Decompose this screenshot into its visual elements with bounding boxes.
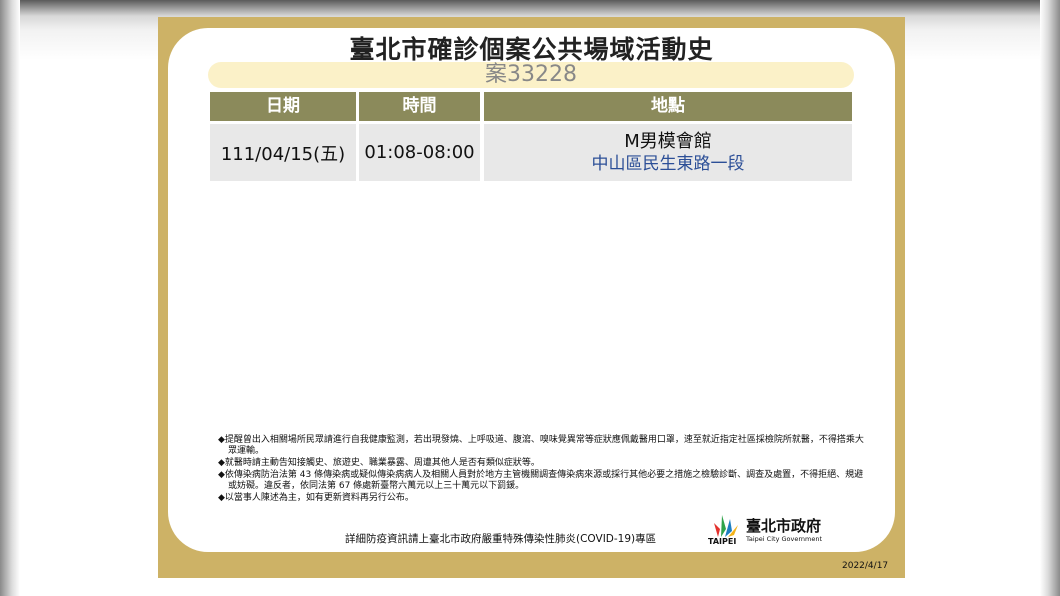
note-item: ◆依傳染病防治法第 43 條傳染病或疑似傳染病病人及相關人員對於地方主管機關調查… xyxy=(218,470,864,491)
date-value: 111/04/15(五) xyxy=(220,143,346,165)
date-stamp: 2022/4/17 xyxy=(842,561,889,571)
logo-english-name: Taipei City Government xyxy=(746,535,823,543)
footer-text: 詳細防疫資訊請上臺北市政府嚴重特殊傳染性肺炎(COVID-19)專區 xyxy=(345,533,657,545)
note-item: ◆就醫時請主動告知接觸史、旅遊史、職業暴露、周遭其他人是否有類似症狀等。 xyxy=(218,458,540,468)
cell-place: M男模會館 中山區民生東路一段 xyxy=(484,124,852,181)
header-time: 時間 xyxy=(359,92,480,121)
left-edge-shadow xyxy=(0,0,20,596)
header-place: 地點 xyxy=(484,92,852,121)
logo-taipei-text: TAIPEI xyxy=(708,537,737,546)
cell-date: 111/04/15(五) xyxy=(210,124,356,181)
notes-list: ◆提醒曾出入相關場所民眾請進行自我健康監測，若出現發燒、上呼吸道、腹瀉、嗅味覺異… xyxy=(218,435,868,505)
header-date: 日期 xyxy=(210,92,356,121)
note-item: ◆提醒曾出入相關場所民眾請進行自我健康監測，若出現發燒、上呼吸道、腹瀉、嗅味覺異… xyxy=(218,435,864,456)
right-edge-shadow xyxy=(1040,0,1060,596)
cell-time: 01:08-08:00 xyxy=(359,124,480,181)
note-item: ◆以當事人陳述為主，如有更新資料再另行公布。 xyxy=(218,493,414,503)
place-address: 中山區民生東路一段 xyxy=(591,153,745,174)
logo-chinese-name: 臺北市政府 xyxy=(746,517,822,535)
case-id: 案33228 xyxy=(485,62,577,87)
time-value: 01:08-08:00 xyxy=(364,142,475,163)
place-name: M男模會館 xyxy=(624,130,712,152)
